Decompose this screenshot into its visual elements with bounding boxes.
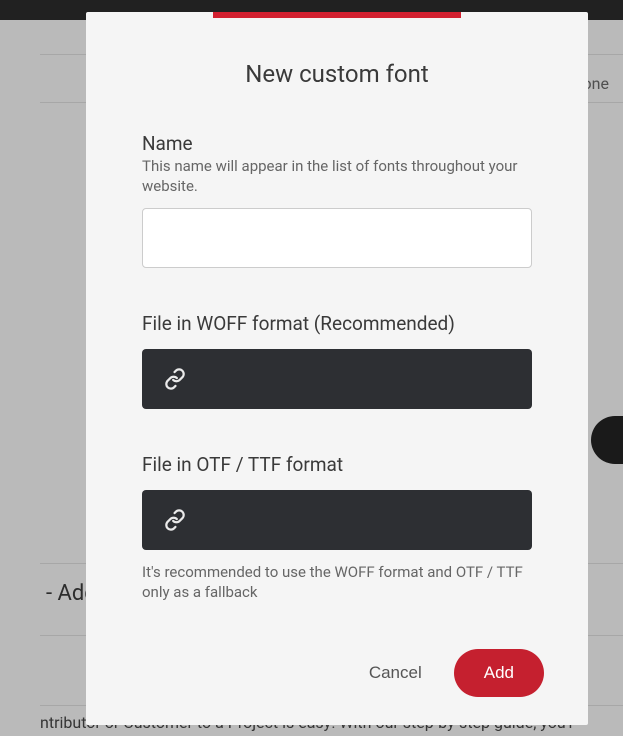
otf-recommendation: It's recommended to use the WOFF format … [142,562,532,603]
add-button[interactable]: Add [454,649,544,697]
otf-section: File in OTF / TTF format It's recommende… [86,453,588,603]
woff-section: File in WOFF format (Recommended) [86,312,588,409]
otf-label: File in OTF / TTF format [142,453,532,476]
modal-title: New custom font [86,60,588,88]
woff-label: File in WOFF format (Recommended) [142,312,532,335]
new-font-modal: New custom font Name This name will appe… [86,12,588,725]
name-input[interactable] [142,208,532,268]
name-hint: This name will appear in the list of fon… [142,157,532,196]
name-section: Name This name will appear in the list o… [86,132,588,268]
cancel-button[interactable]: Cancel [365,655,426,691]
modal-actions: Cancel Add [86,603,588,697]
link-icon [164,368,186,390]
name-label: Name [142,132,532,155]
otf-file-picker[interactable] [142,490,532,550]
link-icon [164,509,186,531]
accent-bar [213,12,461,18]
woff-file-picker[interactable] [142,349,532,409]
